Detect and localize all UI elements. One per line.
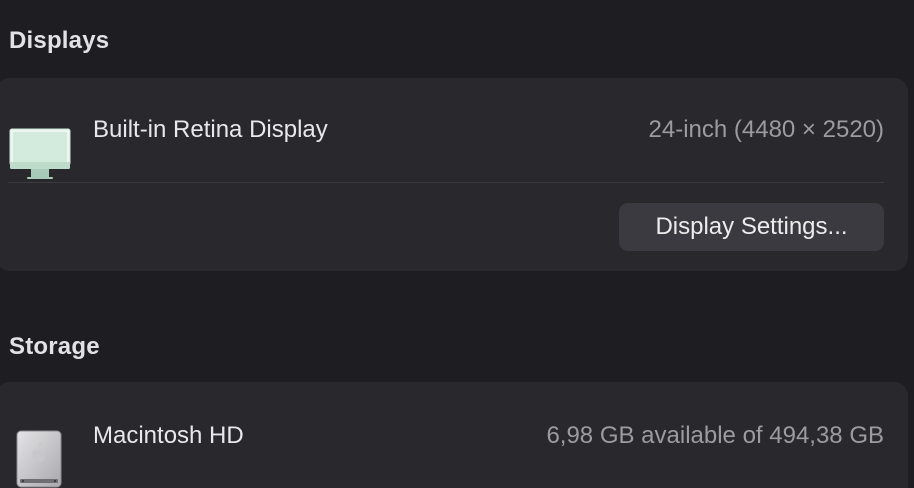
displays-section-title: Displays [9,27,110,54]
storage-card: Macintosh HD 6,98 GB available of 494,38… [0,382,908,488]
storage-row: Macintosh HD 6,98 GB available of 494,38… [0,406,908,488]
display-row: Built-in Retina Display 24-inch (4480 × … [0,102,908,179]
storage-section-title: Storage [9,333,100,360]
display-settings-button[interactable]: Display Settings... [619,203,884,251]
displays-divider [8,182,884,183]
displays-card: Built-in Retina Display 24-inch (4480 × … [0,78,908,271]
volume-capacity: 6,98 GB available of 494,38 GB [546,422,884,449]
volume-name: Macintosh HD [93,422,244,449]
imac-display-icon [9,128,71,180]
settings-page: Displays Built-in Retina Display 24-inch… [0,0,914,488]
hard-disk-icon [16,430,62,488]
display-spec: 24-inch (4480 × 2520) [648,116,885,143]
display-name: Built-in Retina Display [93,116,328,143]
